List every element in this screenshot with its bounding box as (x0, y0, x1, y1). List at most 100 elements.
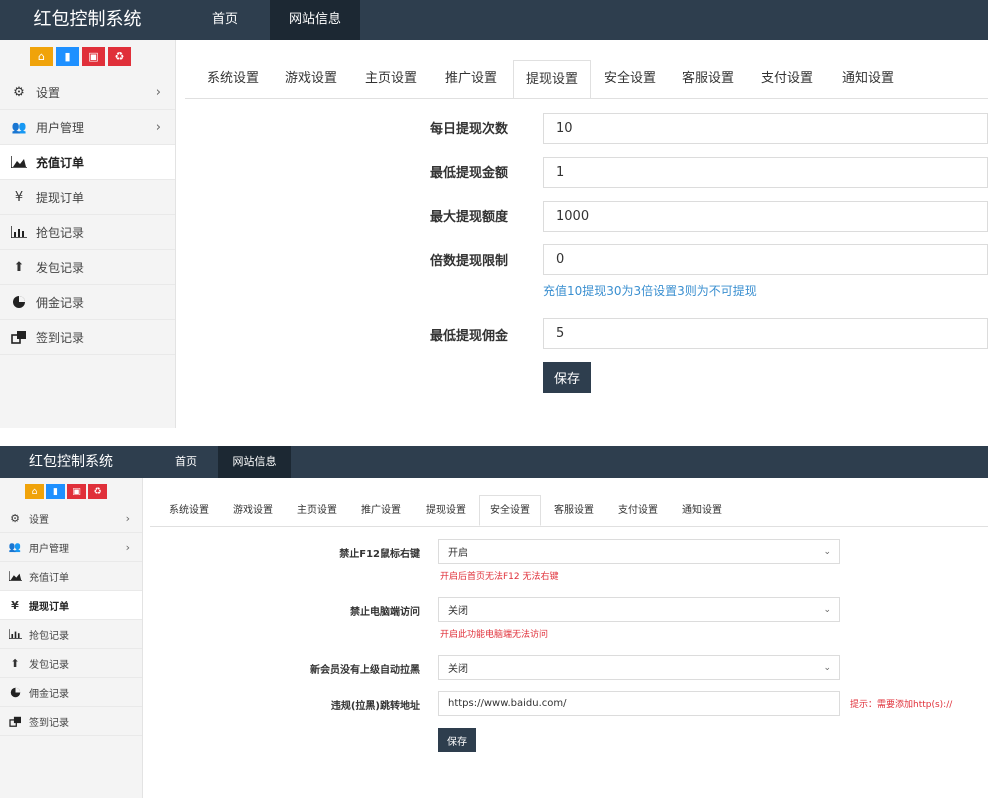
yen-icon: ¥ (11, 598, 19, 612)
tab-payment[interactable]: 支付设置 (609, 496, 667, 526)
sidebar-item-commission-records[interactable]: 佣金记录 (0, 678, 142, 707)
sidebar-item-checkin-records[interactable]: 签到记录 (0, 707, 142, 736)
quick-buttons: ⌂ ▮ ▣ ♻ (25, 484, 107, 499)
f12-hint: 开启后首页无法F12 无法右键 (440, 572, 559, 582)
sidebar-item-withdraw-orders[interactable]: ¥ 提现订单 (0, 591, 142, 620)
sidebar-item-label: 提现订单 (29, 601, 69, 613)
sidebar-item-label: 充值订单 (36, 155, 85, 170)
sidebar-item-send-records[interactable]: ⬆ 发包记录 (0, 649, 142, 678)
sidebar-item-users[interactable]: 👥 用户管理 › (0, 533, 142, 562)
sidebar-item-checkin-records[interactable]: 签到记录 (0, 320, 175, 355)
sidebar-item-label: 抢包记录 (29, 630, 69, 642)
chevron-down-icon: ⌄ (823, 604, 831, 615)
multiple-limit-hint: 充值10提现30为3倍设置3则为不可提现 (543, 284, 757, 298)
sidebar-item-label: 签到记录 (29, 717, 69, 729)
sidebar-item-grab-records[interactable]: 抢包记录 (0, 215, 175, 250)
tab-customer-service[interactable]: 客服设置 (545, 496, 603, 526)
chevron-right-icon: › (155, 119, 161, 135)
tab-homepage[interactable]: 主页设置 (356, 60, 426, 98)
file-icon[interactable]: ▮ (46, 484, 65, 499)
nav-site-info[interactable]: 网站信息 (270, 0, 360, 40)
auto-blacklist-label: 新会员没有上级自动拉黑 (310, 665, 420, 676)
quick-buttons: ⌂ ▮ ▣ ♻ (30, 47, 131, 66)
tab-notification[interactable]: 通知设置 (673, 496, 731, 526)
sidebar-item-settings[interactable]: ⚙ 设置 › (0, 505, 142, 533)
daily-count-input[interactable]: 10 (543, 113, 988, 144)
redirect-url-input[interactable]: https://www.baidu.com/ (438, 691, 840, 716)
save-button[interactable]: 保存 (438, 728, 476, 752)
tab-customer-service[interactable]: 客服设置 (673, 60, 743, 98)
recycle-icon[interactable]: ♻ (88, 484, 107, 499)
save-button[interactable]: 保存 (543, 362, 591, 393)
chevron-right-icon: › (125, 540, 130, 554)
bar-chart-icon (10, 226, 28, 238)
sidebar-item-label: 用户管理 (29, 543, 69, 555)
tab-homepage[interactable]: 主页设置 (288, 496, 346, 526)
sidebar-item-label: 充值订单 (29, 572, 69, 584)
max-amount-input[interactable]: 1000 (543, 201, 988, 232)
min-commission-input[interactable]: 5 (543, 318, 988, 349)
sidebar-item-withdraw-orders[interactable]: ¥ 提现订单 (0, 180, 175, 215)
tab-game[interactable]: 游戏设置 (224, 496, 282, 526)
f12-select-value: 开启 (448, 548, 468, 559)
tab-promotion[interactable]: 推广设置 (352, 496, 410, 526)
f12-select[interactable]: 开启 ⌄ (438, 539, 840, 564)
sidebar: ⌂ ▮ ▣ ♻ ⚙ 设置 › 👥 用户管理 › 充值订单 ¥ 提现订单 抢包记录… (0, 40, 176, 428)
pie-chart-icon (10, 295, 28, 309)
nav-home[interactable]: 首页 (157, 446, 215, 478)
min-amount-input[interactable]: 1 (543, 157, 988, 188)
file-icon[interactable]: ▮ (56, 47, 79, 66)
trash-icon[interactable]: ▣ (82, 47, 105, 66)
users-icon: 👥 (8, 541, 22, 553)
sidebar-item-settings[interactable]: ⚙ 设置 › (0, 76, 175, 110)
chevron-right-icon: › (125, 512, 130, 525)
trash-icon[interactable]: ▣ (67, 484, 86, 499)
pc-access-hint: 开启此功能电脑端无法访问 (440, 630, 549, 640)
windows-icon (8, 716, 22, 727)
tab-withdraw[interactable]: 提现设置 (417, 496, 475, 526)
sidebar-item-label: 设置 (29, 515, 49, 526)
recycle-icon[interactable]: ♻ (108, 47, 131, 66)
redirect-url-label: 违规(拉黑)跳转地址 (330, 701, 420, 712)
chevron-right-icon: › (155, 85, 161, 100)
tab-notification[interactable]: 通知设置 (833, 60, 903, 98)
security-settings-screenshot: 红包控制系统 首页 网站信息 ⌂ ▮ ▣ ♻ ⚙ 设置 › 👥 用户管理 › 充… (0, 446, 988, 798)
tab-system[interactable]: 系统设置 (160, 496, 218, 526)
multiple-limit-input[interactable]: 0 (543, 244, 988, 275)
sidebar-item-label: 发包记录 (29, 659, 69, 671)
sidebar-item-grab-records[interactable]: 抢包记录 (0, 620, 142, 649)
tab-security[interactable]: 安全设置 (479, 495, 541, 526)
max-amount-label: 最大提现额度 (430, 210, 509, 225)
redirect-url-tip: 提示：需要添加http(s):// (850, 700, 953, 710)
pie-chart-icon (8, 687, 22, 698)
home-icon[interactable]: ⌂ (25, 484, 44, 499)
sidebar-item-label: 佣金记录 (36, 295, 85, 310)
sidebar-item-label: 抢包记录 (36, 225, 85, 240)
tab-system[interactable]: 系统设置 (198, 60, 268, 98)
yen-icon: ¥ (14, 189, 24, 205)
sidebar-item-recharge-orders[interactable]: 充值订单 (0, 145, 175, 180)
sidebar-item-commission-records[interactable]: 佣金记录 (0, 285, 175, 320)
tabs-divider (185, 98, 988, 99)
windows-icon (10, 330, 28, 344)
tab-security[interactable]: 安全设置 (595, 60, 665, 98)
tab-withdraw[interactable]: 提现设置 (513, 60, 591, 99)
sidebar-item-recharge-orders[interactable]: 充值订单 (0, 562, 142, 591)
sidebar-item-send-records[interactable]: ⬆ 发包记录 (0, 250, 175, 285)
auto-blacklist-select[interactable]: 关闭 ⌄ (438, 655, 840, 680)
sidebar-item-label: 佣金记录 (29, 688, 69, 700)
sidebar-item-label: 签到记录 (36, 330, 85, 345)
sidebar-item-users[interactable]: 👥 用户管理 › (0, 110, 175, 145)
tab-promotion[interactable]: 推广设置 (436, 60, 506, 98)
tab-game[interactable]: 游戏设置 (276, 60, 346, 98)
nav-site-info[interactable]: 网站信息 (218, 446, 291, 478)
nav-home[interactable]: 首页 (190, 0, 260, 40)
sidebar-item-label: 发包记录 (36, 260, 85, 275)
home-icon[interactable]: ⌂ (30, 47, 53, 66)
screenshot-separator (0, 428, 988, 446)
auto-blacklist-select-value: 关闭 (448, 664, 468, 675)
pc-access-select[interactable]: 关闭 ⌄ (438, 597, 840, 622)
tab-payment[interactable]: 支付设置 (752, 60, 822, 98)
bar-chart-icon (8, 629, 22, 639)
tabs-divider (150, 526, 988, 527)
